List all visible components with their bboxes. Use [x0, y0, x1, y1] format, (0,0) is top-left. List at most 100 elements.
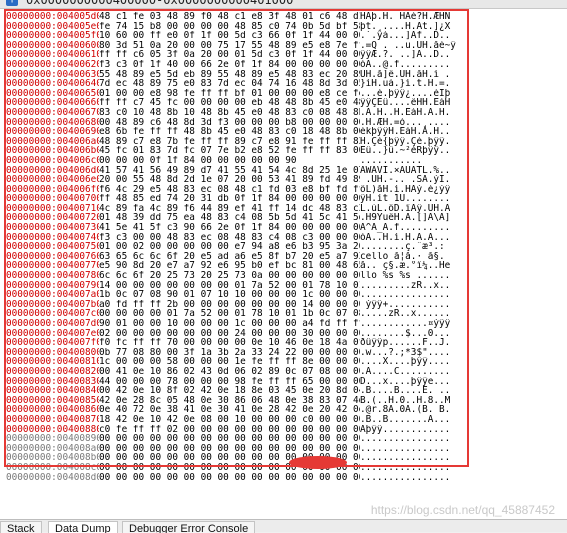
address-cell: 00000000:00400700	[6, 194, 99, 204]
tab-stack[interactable]: Stack	[0, 521, 42, 533]
ascii-cell: óÃ..H.ì.H.Ä.Ã...	[360, 232, 451, 243]
table-row[interactable]: 00000000:004007f0 f0 fc ff ff 70 00 00 00…	[6, 338, 470, 348]
hex-bytes-cell: 00 00 00 00 00 00 00 00 00 00 00 00 00 0…	[99, 434, 360, 444]
tab-data-dump[interactable]: Data Dump	[48, 521, 118, 533]
address-cell: 00000000:00400790	[6, 280, 99, 291]
hex-bytes-cell: 00 41 0e 10 86 02 43 0d 06 02 89 0c 07 0…	[99, 366, 360, 377]
address-cell: 00000000:00400850	[6, 395, 99, 406]
table-row[interactable]: 00000000:004006d0 41 57 41 56 49 89 d7 41…	[6, 166, 470, 176]
ascii-cell: óÃ..@.f.........	[360, 59, 451, 70]
hex-bytes-cell: 14 00 00 00 00 00 00 00 01 7a 52 00 01 7…	[99, 280, 360, 291]
ascii-cell: cello å­¦å.· å§.	[360, 251, 445, 262]
table-row[interactable]: 00000000:004008c0 00 00 00 00 00 00 00 00…	[6, 463, 470, 473]
table-row[interactable]: 00000000:00400610 ff ff c6 05 3f 0a 20 00…	[6, 50, 470, 60]
table-row[interactable]: 00000000:004007e0 02 00 00 00 00 00 00 00…	[6, 329, 470, 339]
address-cell: 00000000:00400770	[6, 261, 99, 272]
table-row[interactable]: 00000000:00400700 ff 48 85 ed 74 20 31 db…	[6, 194, 470, 204]
hex-bytes-cell: 20 00 55 48 8d 2d 1e 07 20 00 53 41 89 f…	[99, 175, 360, 185]
hex-bytes-cell: c0 fe ff ff 02 00 00 00 00 00 00 00 00 0…	[99, 424, 360, 435]
table-row[interactable]: 00000000:00400740 f3 c3 00 00 48 83 ec 08…	[6, 233, 470, 243]
table-row[interactable]: 00000000:00400760 63 65 6c 6c 6f 20 e5 ad…	[6, 252, 470, 262]
table-row[interactable]: 00000000:004008b0 00 00 00 00 00 00 00 00…	[6, 453, 470, 463]
table-row[interactable]: 00000000:00400620 f3 c3 0f 1f 40 00 66 2e…	[6, 60, 470, 70]
add-icon[interactable]: +	[6, 0, 18, 6]
table-row[interactable]: 00000000:004008d0 00 00 00 00 00 00 00 00…	[6, 473, 470, 483]
table-row[interactable]: 00000000:00400860 0e 40 72 0e 38 41 0e 30…	[6, 405, 470, 415]
ascii-cell: ................	[360, 443, 451, 454]
memory-range-header: + 0x0000000000400000-0x0000000000401000	[0, 0, 567, 9]
hex-bytes-cell: 00 00 00 00 00 00 00 00 00 00 00 00 00 0…	[99, 443, 360, 454]
address-cell: 00000000:004007a0	[6, 290, 99, 300]
table-row[interactable]: 00000000:00400880 c0 fe ff ff 02 00 00 00…	[6, 425, 470, 435]
hex-bytes-cell: 45 fc 01 83 7d fc 07 7e b2 e8 52 fe ff f…	[99, 146, 360, 156]
table-row[interactable]: 00000000:00400820 00 41 0e 10 86 02 43 0d…	[6, 367, 470, 377]
address-cell: 00000000:004007d0	[6, 319, 99, 329]
address-cell: 00000000:004006b0	[6, 146, 99, 156]
table-row[interactable]: 00000000:004008a0 00 00 00 00 00 00 00 00…	[6, 444, 470, 454]
table-row[interactable]: 00000000:004006c0 00 00 00 0f 1f 84 00 00…	[6, 156, 470, 166]
bottom-tab-bar: Stack Data Dump Debugger Error Console	[0, 519, 567, 533]
ascii-cell: ...è.þÿÿ¿....èÎþ	[360, 88, 451, 99]
ascii-cell: å.. ç§.æ.°ï¼..He	[360, 261, 451, 272]
table-row[interactable]: 00000000:004006b0 45 fc 01 83 7d fc 07 7e…	[6, 146, 470, 156]
ascii-cell: .....zR..x......	[360, 309, 451, 319]
table-row[interactable]: 00000000:00400690 e8 6b fe ff ff 48 8b 45…	[6, 127, 470, 137]
address-cell: 00000000:00400620	[6, 59, 99, 70]
tab-debugger-error-console[interactable]: Debugger Error Console	[122, 521, 256, 533]
table-row[interactable]: 00000000:00400800 0b 77 08 80 00 3f 1a 3b…	[6, 348, 470, 358]
table-row[interactable]: 00000000:00400720 01 48 39 dd 75 ea 48 83…	[6, 213, 470, 223]
data-dump-pane[interactable]: 00000000:004005d0 48 c1 fe 03 48 89 f0 48…	[0, 9, 567, 521]
hex-bytes-cell: 44 00 00 00 78 00 00 00 98 fe ff ff 65 0…	[99, 376, 360, 387]
table-row[interactable]: 00000000:00400890 00 00 00 00 00 00 00 00…	[6, 434, 470, 444]
ascii-cell: þt.¸....H.Àt.]¿X	[360, 21, 451, 32]
hex-bytes-cell: e8 6b fe ff ff 48 8b 45 e0 48 83 c0 18 4…	[99, 127, 360, 137]
table-row[interactable]: 00000000:00400680 00 48 89 c6 48 8d 3d f3…	[6, 118, 470, 128]
table-row[interactable]: 00000000:004005e0 fe 74 15 b8 00 00 00 00…	[6, 22, 470, 32]
table-row[interactable]: 00000000:00400630 55 48 89 e5 5d eb 89 55…	[6, 70, 470, 80]
ascii-cell: D...x....þÿÿe...	[360, 376, 451, 387]
address-cell: 00000000:004008c0	[6, 462, 99, 473]
table-row[interactable]: 00000000:004007d0 90 01 00 00 10 00 00 00…	[6, 319, 470, 329]
table-row[interactable]: 00000000:00400670 83 c0 10 48 8b 10 48 8b…	[6, 108, 470, 118]
table-row[interactable]: 00000000:00400790 14 00 00 00 00 00 00 00…	[6, 281, 470, 291]
table-row[interactable]: 00000000:00400600 80 3d 51 0a 20 00 00 75…	[6, 41, 470, 51]
ascii-cell: A^A_Ã.f.........	[360, 223, 451, 233]
hex-bytes-cell: 01 00 00 e8 98 fe ff ff bf 01 00 00 00 e…	[99, 88, 360, 99]
table-row[interactable]: 00000000:00400730 41 5e 41 5f c3 90 66 2e…	[6, 223, 470, 233]
hex-bytes-cell: f3 c3 00 00 48 83 ec 08 48 83 c4 08 c3 0…	[99, 232, 360, 243]
table-row[interactable]: 00000000:004007a0 1b 0c 07 08 90 01 07 10…	[6, 290, 470, 300]
hex-bytes-cell: 48 c1 fe 03 48 89 f0 48 c1 e8 3f 48 01 c…	[99, 12, 360, 22]
table-row[interactable]: 00000000:004005d0 48 c1 fe 03 48 89 f0 48…	[6, 12, 470, 22]
table-row[interactable]: 00000000:00400640 7d ec 48 89 75 e0 83 7d…	[6, 79, 470, 89]
address-cell: 00000000:00400660	[6, 98, 99, 108]
watermark: https://blog.csdn.net/qq_45887452	[370, 503, 555, 517]
table-row[interactable]: 00000000:004005f0 10 60 00 ff e0 0f 1f 00…	[6, 31, 470, 41]
table-row[interactable]: 00000000:00400810 1c 00 00 00 58 00 00 00…	[6, 357, 470, 367]
table-row[interactable]: 00000000:00400830 44 00 00 00 78 00 00 00…	[6, 377, 470, 387]
address-cell: 00000000:004006a0	[6, 136, 99, 147]
hex-bytes-cell: 41 5e 41 5f c3 90 66 2e 0f 1f 84 00 00 0…	[99, 223, 360, 233]
ascii-cell: .H.ÆH.=ó...¸....	[360, 117, 451, 128]
table-row[interactable]: 00000000:004006e0 20 00 55 48 8d 2d 1e 07…	[6, 175, 470, 185]
table-row[interactable]: 00000000:00400850 42 0e 28 8c 05 48 0e 30…	[6, 396, 470, 406]
table-row[interactable]: 00000000:00400750 01 00 02 00 00 00 00 00…	[6, 242, 470, 252]
table-row[interactable]: 00000000:00400650 01 00 00 e8 98 fe ff ff…	[6, 89, 470, 99]
table-row[interactable]: 00000000:00400710 4c 89 fa 4c 89 f6 44 89…	[6, 204, 470, 214]
hex-bytes-cell: ff ff c7 45 fc 00 00 00 00 eb 48 48 8b 4…	[99, 98, 360, 108]
table-row[interactable]: 00000000:00400840 00 42 0e 10 8f 02 42 0e…	[6, 386, 470, 396]
address-cell: 00000000:00400750	[6, 242, 99, 252]
table-row[interactable]: 00000000:004006a0 48 89 c7 e8 7b fe ff ff…	[6, 137, 470, 147]
hex-bytes-cell: 0b 77 08 80 00 3f 1a 3b 2a 33 24 22 00 0…	[99, 347, 360, 358]
hex-bytes-cell: fe 74 15 b8 00 00 00 00 48 85 c0 74 0b 5…	[99, 21, 360, 32]
table-row[interactable]: 00000000:004007c0 00 00 00 00 01 7a 52 00…	[6, 309, 470, 319]
table-row[interactable]: 00000000:00400870 18 42 0e 10 42 0e 08 00…	[6, 415, 470, 425]
hex-bytes-cell: 90 01 00 00 10 00 00 00 1c 00 00 00 a4 f…	[99, 319, 360, 329]
address-cell: 00000000:00400760	[6, 251, 99, 262]
table-row[interactable]: 00000000:00400660 ff ff c7 45 fc 00 00 00…	[6, 98, 470, 108]
ascii-cell: ................	[360, 434, 451, 444]
table-row[interactable]: 00000000:004006f0 f6 4c 29 e5 48 83 ec 08…	[6, 185, 470, 195]
table-row[interactable]: 00000000:00400770 e5 90 8d 20 e7 a7 92 e6…	[6, 261, 470, 271]
ascii-cell: llo %s %s ......	[360, 271, 451, 281]
table-row[interactable]: 00000000:004007b0 a0 fd ff ff 2b 00 00 00…	[6, 300, 470, 310]
table-row[interactable]: 00000000:00400780 6c 6c 6f 20 25 73 20 25…	[6, 271, 470, 281]
